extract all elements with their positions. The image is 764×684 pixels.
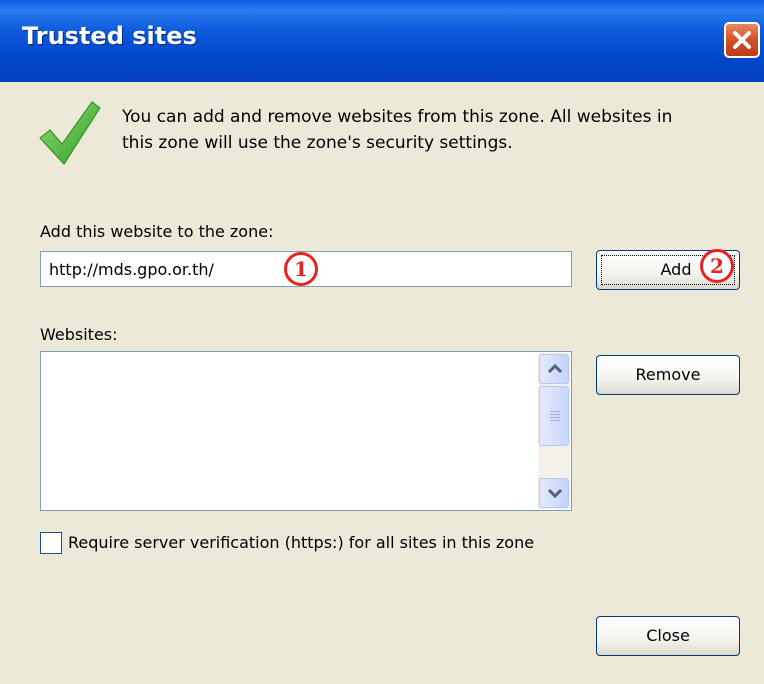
grip-line: [550, 420, 560, 421]
remove-button[interactable]: Remove: [596, 355, 740, 395]
chevron-up-icon: [547, 364, 563, 374]
websites-label: Websites:: [40, 325, 118, 344]
step-1-annotation: 1: [284, 252, 318, 286]
title-bar[interactable]: Trusted sites: [0, 0, 764, 82]
dialog-title: Trusted sites: [22, 22, 197, 50]
chevron-down-icon: [547, 488, 563, 498]
scroll-up-button[interactable]: [539, 354, 569, 384]
add-website-label: Add this website to the zone:: [40, 222, 274, 241]
description-line-1: You can add and remove websites from thi…: [122, 107, 673, 127]
zone-description: You can add and remove websites from thi…: [122, 104, 752, 156]
grip-line: [550, 417, 560, 418]
grip-line: [550, 411, 560, 412]
vertical-scrollbar[interactable]: [538, 353, 570, 509]
scrollbar-thumb[interactable]: [539, 386, 569, 446]
description-line-2: this zone will use the zone's security s…: [122, 133, 513, 153]
close-icon: [733, 31, 751, 49]
scroll-down-button[interactable]: [539, 478, 569, 508]
close-button[interactable]: Close: [596, 616, 740, 656]
checkmark-icon: [39, 101, 101, 165]
trusted-sites-dialog: Trusted sites You can add and remove web…: [0, 0, 764, 684]
require-https-checkbox[interactable]: [40, 532, 62, 554]
websites-list[interactable]: [40, 351, 572, 511]
step-2-annotation: 2: [700, 249, 734, 283]
grip-line: [550, 414, 560, 415]
close-window-button[interactable]: [724, 22, 760, 58]
require-https-label[interactable]: Require server verification (https:) for…: [68, 533, 534, 552]
